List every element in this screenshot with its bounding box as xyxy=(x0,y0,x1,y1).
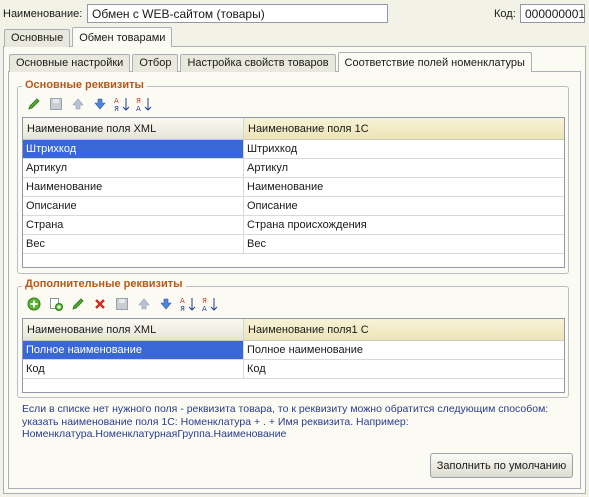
column-header-1c[interactable]: Наименование поля 1С xyxy=(244,118,564,139)
tab-filter[interactable]: Отбор xyxy=(132,54,179,72)
fill-default-button[interactable]: Заполнить по умолчанию xyxy=(430,453,573,478)
inner-tabs: Основные настройки Отбор Настройка свойс… xyxy=(9,52,534,72)
cell-xml[interactable]: Полное наименование xyxy=(23,341,244,359)
table-row[interactable]: Полное наименование Полное наименование xyxy=(23,341,564,360)
copy-icon[interactable] xyxy=(47,295,65,313)
save-icon[interactable] xyxy=(113,295,131,313)
cell-1c[interactable]: Описание xyxy=(244,197,564,215)
svg-text:Я: Я xyxy=(114,105,119,112)
hint-text: Если в списке нет нужного поля - реквизи… xyxy=(22,403,549,440)
extra-table[interactable]: Наименование поля XML Наименование поля1… xyxy=(22,318,565,393)
tab-field-mapping[interactable]: Соответствие полей номенклатуры xyxy=(337,52,532,72)
move-down-icon[interactable] xyxy=(157,295,175,313)
cell-xml[interactable]: Артикул xyxy=(23,159,244,177)
move-up-icon[interactable] xyxy=(69,95,87,113)
table-row[interactable]: Код Код xyxy=(23,360,564,379)
table-row[interactable]: Описание Описание xyxy=(23,197,564,216)
cell-xml[interactable]: Наименование xyxy=(23,178,244,196)
svg-text:Я: Я xyxy=(202,297,207,305)
column-header-xml[interactable]: Наименование поля XML xyxy=(23,319,244,340)
table-row[interactable]: Наименование Наименование xyxy=(23,178,564,197)
svg-text:А: А xyxy=(202,305,207,312)
cell-xml[interactable]: Вес xyxy=(23,235,244,253)
svg-text:А: А xyxy=(180,297,185,305)
cell-1c[interactable]: Штрихкод xyxy=(244,140,564,158)
tab-basic-settings[interactable]: Основные настройки xyxy=(9,54,131,72)
column-header-xml[interactable]: Наименование поля XML xyxy=(23,118,244,139)
sort-asc-icon[interactable]: АЯ xyxy=(179,295,197,313)
edit-icon[interactable] xyxy=(25,95,43,113)
tab-goods-properties[interactable]: Настройка свойств товаров xyxy=(180,54,336,72)
cell-1c[interactable]: Вес xyxy=(244,235,564,253)
sort-asc-icon[interactable]: АЯ xyxy=(113,95,131,113)
svg-text:А: А xyxy=(136,105,141,112)
cell-1c[interactable]: Полное наименование xyxy=(244,341,564,359)
move-up-icon[interactable] xyxy=(135,295,153,313)
table-row[interactable]: Артикул Артикул xyxy=(23,159,564,178)
cell-xml[interactable]: Описание xyxy=(23,197,244,215)
extra-group-title: Дополнительные реквизиты xyxy=(22,278,186,290)
code-field[interactable]: 000000001 xyxy=(520,4,585,23)
code-label: Код: xyxy=(494,8,516,20)
cell-1c[interactable]: Артикул xyxy=(244,159,564,177)
sort-desc-icon[interactable]: ЯА xyxy=(135,95,153,113)
cell-xml[interactable]: Код xyxy=(23,360,244,378)
cell-1c[interactable]: Код xyxy=(244,360,564,378)
add-icon[interactable] xyxy=(25,295,43,313)
cell-xml[interactable]: Страна xyxy=(23,216,244,234)
svg-text:А: А xyxy=(114,97,119,105)
table-row[interactable]: Страна Страна происхождения xyxy=(23,216,564,235)
cell-xml[interactable]: Штрихкод xyxy=(23,140,244,158)
name-field[interactable]: Обмен с WEB-сайтом (товары) xyxy=(87,4,388,23)
basic-toolbar: АЯ ЯА xyxy=(25,95,157,113)
column-header-1c[interactable]: Наименование поля1 С xyxy=(244,319,564,340)
delete-icon[interactable] xyxy=(91,295,109,313)
name-label: Наименование: xyxy=(3,8,83,20)
basic-group-title: Основные реквизиты xyxy=(22,79,147,91)
move-down-icon[interactable] xyxy=(91,95,109,113)
svg-text:Я: Я xyxy=(180,305,185,312)
save-icon[interactable] xyxy=(47,95,65,113)
table-row[interactable]: Штрихкод Штрихкод xyxy=(23,140,564,159)
basic-table[interactable]: Наименование поля XML Наименование поля … xyxy=(22,117,565,268)
cell-1c[interactable]: Наименование xyxy=(244,178,564,196)
table-row[interactable]: Вес Вес xyxy=(23,235,564,254)
svg-text:Я: Я xyxy=(136,97,141,105)
tab-goods-exchange[interactable]: Обмен товарами xyxy=(72,27,173,47)
tab-basic[interactable]: Основные xyxy=(4,29,71,47)
edit-icon[interactable] xyxy=(69,295,87,313)
sort-desc-icon[interactable]: ЯА xyxy=(201,295,219,313)
extra-toolbar: АЯ ЯА xyxy=(25,295,223,313)
cell-1c[interactable]: Страна происхождения xyxy=(244,216,564,234)
main-tabs: Основные Обмен товарами xyxy=(4,27,174,47)
